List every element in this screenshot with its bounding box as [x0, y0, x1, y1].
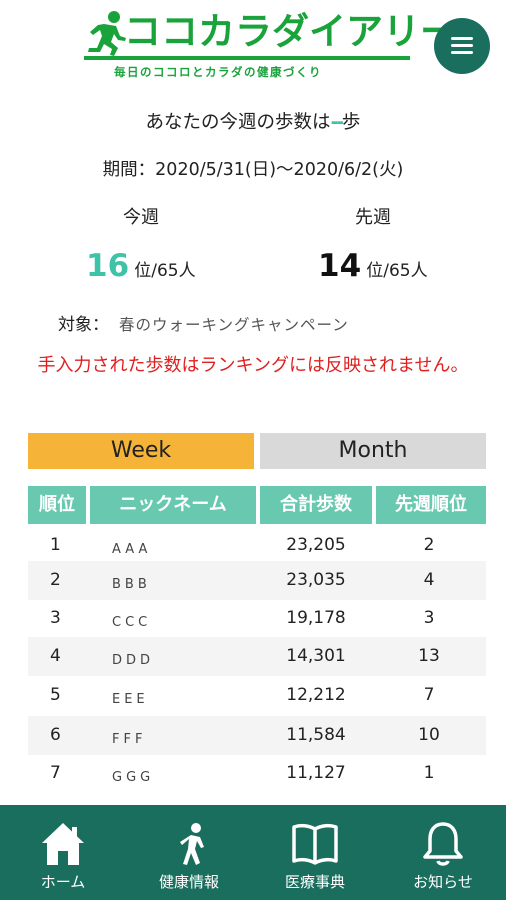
row-steps: 23,205: [286, 535, 346, 555]
app-logo[interactable]: ココカラダイアリー 毎日のココロとカラダの健康づくり: [84, 8, 457, 84]
row-steps: 23,035: [286, 570, 346, 590]
target-campaign: 対象： 春のウォーキングキャンペーン: [58, 312, 349, 338]
weekly-steps-value: --: [330, 112, 344, 133]
row-rank: 6: [50, 725, 61, 745]
nav-item-health-info[interactable]: 健康情報: [126, 805, 252, 900]
tab-week[interactable]: Week: [28, 433, 254, 469]
this-week-label: 今週: [123, 207, 159, 228]
table-row: 4 DDD 14,301 13: [28, 637, 486, 676]
this-week-rank-number: 16: [86, 248, 130, 284]
this-week-rank: 16 位/65人: [86, 246, 196, 291]
column-header-nickname: ニックネーム: [90, 486, 256, 524]
bell-icon: [423, 822, 463, 866]
logo-title: ココカラダイアリー: [124, 10, 457, 53]
nav-label-medical-dictionary: 医療事典: [284, 873, 345, 891]
last-week-rank-number: 14: [318, 248, 362, 284]
nav-item-notifications[interactable]: お知らせ: [380, 805, 506, 900]
runner-icon: [88, 11, 126, 56]
logo-tagline: 毎日のココロとカラダの健康づくり: [114, 65, 322, 79]
nav-label-home: ホーム: [40, 873, 86, 891]
nav-item-home[interactable]: ホーム: [0, 805, 126, 900]
column-header-rank: 順位: [28, 486, 86, 524]
row-prev-rank: 13: [418, 646, 440, 666]
row-rank: 4: [50, 646, 61, 666]
last-week-rank-unit: 位/65人: [366, 261, 428, 281]
table-row: 5 EEE 12,212 7: [28, 676, 486, 715]
this-week-rank-unit: 位/65人: [134, 261, 196, 281]
table-row: 1 AAA 23,205 2: [28, 526, 486, 565]
home-icon: [42, 823, 84, 865]
period-range: 期間：2020/5/31(日)〜2020/6/2(火): [102, 160, 404, 180]
column-header-last-week-rank: 先週順位: [376, 486, 486, 524]
row-steps: 14,301: [286, 646, 346, 666]
row-rank: 3: [50, 608, 61, 628]
book-icon: [292, 823, 338, 865]
stretch-person-icon: [180, 823, 204, 865]
target-label: 対象：: [58, 315, 109, 335]
table-row: 2 BBB 23,035 4: [28, 561, 486, 600]
column-header-total-steps: 合計歩数: [260, 486, 372, 524]
menu-bar-icon: [451, 37, 473, 40]
table-row: 3 CCC 19,178 3: [28, 599, 486, 638]
row-prev-rank: 2: [423, 535, 435, 555]
logo-underline: [84, 56, 410, 60]
menu-bar-icon: [451, 44, 473, 47]
row-steps: 11,584: [286, 725, 346, 745]
summary-title-suffix: 歩: [341, 112, 361, 133]
row-rank: 7: [50, 763, 61, 783]
row-steps: 11,127: [286, 763, 346, 783]
row-rank: 1: [50, 535, 61, 555]
row-nickname: DDD: [112, 653, 155, 668]
tab-month[interactable]: Month: [260, 433, 486, 469]
campaign-name: 春のウォーキングキャンペーン: [119, 316, 349, 334]
row-rank: 2: [50, 570, 61, 590]
nav-item-medical-dictionary[interactable]: 医療事典: [252, 805, 378, 900]
menu-bar-icon: [451, 51, 473, 54]
row-prev-rank: 3: [423, 608, 435, 628]
row-prev-rank: 10: [418, 725, 440, 745]
table-row: 6 FFF 11,584 10: [28, 716, 486, 755]
row-prev-rank: 1: [423, 763, 435, 783]
table-row: 7 GGG 11,127 1: [28, 754, 486, 793]
row-steps: 19,178: [286, 608, 346, 628]
row-nickname: GGG: [112, 770, 155, 785]
manual-input-warning: 手入力された歩数はランキングには反映されません。: [37, 355, 469, 376]
nav-label-notifications: お知らせ: [413, 873, 473, 891]
row-steps: 12,212: [286, 685, 346, 705]
weekly-steps-summary: あなたの今週の歩数は--歩: [0, 110, 506, 136]
summary-title-prefix: あなたの今週の歩数は: [145, 112, 331, 133]
ranking-table-header: 順位 ニックネーム 合計歩数 先週順位: [28, 486, 486, 524]
hamburger-menu-button[interactable]: [434, 18, 490, 74]
nav-label-health-info: 健康情報: [158, 873, 219, 891]
last-week-label: 先週: [355, 207, 391, 228]
row-prev-rank: 4: [423, 570, 435, 590]
row-nickname: EEE: [112, 692, 149, 707]
row-prev-rank: 7: [423, 685, 435, 705]
app-header: ココカラダイアリー 毎日のココロとカラダの健康づくり: [0, 0, 506, 90]
row-rank: 5: [50, 685, 61, 705]
bottom-navigation: ホーム 健康情報 医療事典 お知らせ: [0, 805, 506, 900]
last-week-rank: 14 位/65人: [318, 246, 428, 291]
